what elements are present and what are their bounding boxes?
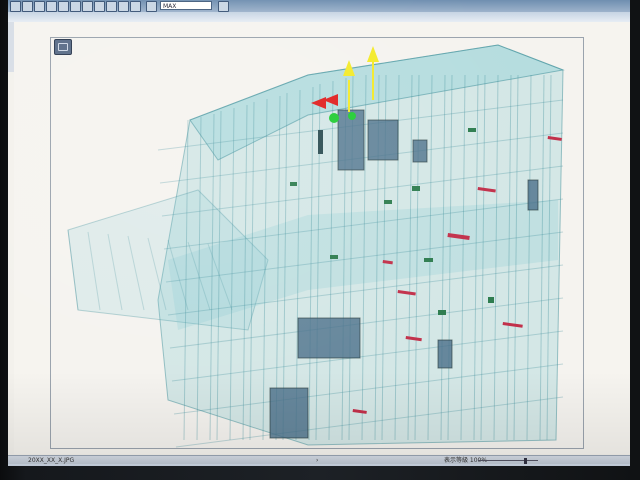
gizmo-arrow-z [367, 46, 379, 62]
green-fitting [488, 297, 494, 303]
zoom-label: 表示等級 100% [444, 457, 488, 464]
equipment-block [527, 179, 539, 211]
gizmo-center [329, 113, 339, 123]
green-fitting [424, 258, 433, 262]
green-fitting [412, 186, 420, 191]
green-fitting [438, 310, 446, 315]
equipment-block [412, 139, 428, 163]
equipment-block [437, 339, 453, 369]
equipment-block [269, 387, 309, 439]
person-figure [318, 130, 323, 154]
green-fitting [384, 200, 392, 204]
green-fitting [290, 182, 297, 186]
green-fitting [330, 255, 338, 259]
equipment-block [367, 119, 399, 161]
status-separator: › [316, 457, 319, 464]
equipment-block [297, 317, 361, 359]
green-fitting [468, 128, 476, 132]
zoom-slider-thumb[interactable] [524, 458, 527, 464]
zoom-slider[interactable] [478, 460, 538, 461]
gizmo-handle [348, 112, 356, 120]
application-window: MAX [8, 0, 630, 464]
status-bar: 20XX_XX_X.JPG › 表示等級 100% [8, 455, 630, 466]
building-model-3d[interactable] [8, 0, 630, 464]
status-file-label: 20XX_XX_X.JPG [28, 457, 75, 464]
